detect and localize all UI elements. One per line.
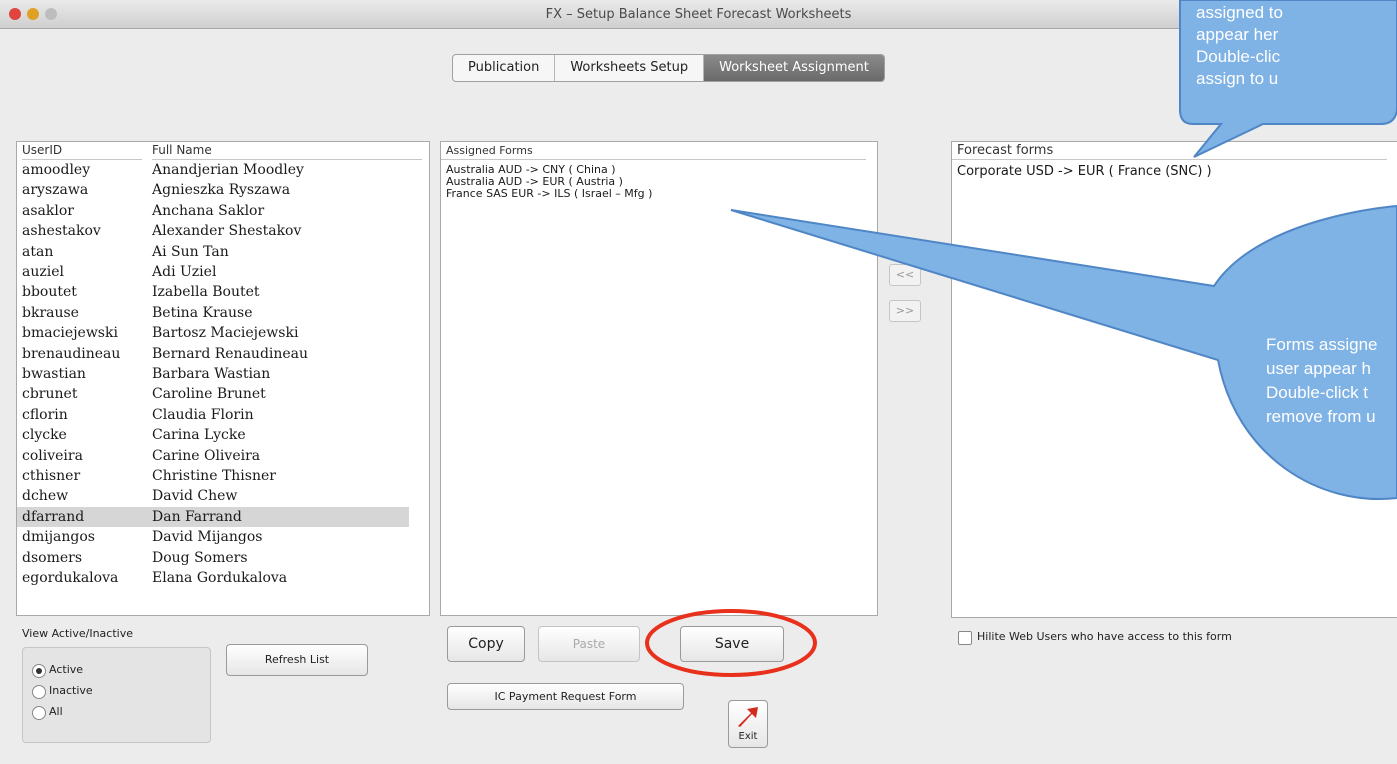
callout-top-line-4: assign to u: [1196, 69, 1279, 88]
callout-middle-line-3: Double-click t: [1266, 383, 1369, 402]
callout-middle-line-2: user appear h: [1266, 359, 1371, 378]
callout-top-line-1: assigned to: [1196, 3, 1283, 22]
callout-layer: [730, 0, 1397, 500]
callout-top-line-2: appear her: [1196, 25, 1279, 44]
callout-middle-line-4: remove from u: [1266, 407, 1376, 426]
callout-top-line-3: Double-clic: [1196, 47, 1281, 66]
callout-middle-line-1: Forms assigne: [1266, 335, 1378, 354]
app-window: FX – Setup Balance Sheet Forecast Worksh…: [0, 0, 1397, 764]
